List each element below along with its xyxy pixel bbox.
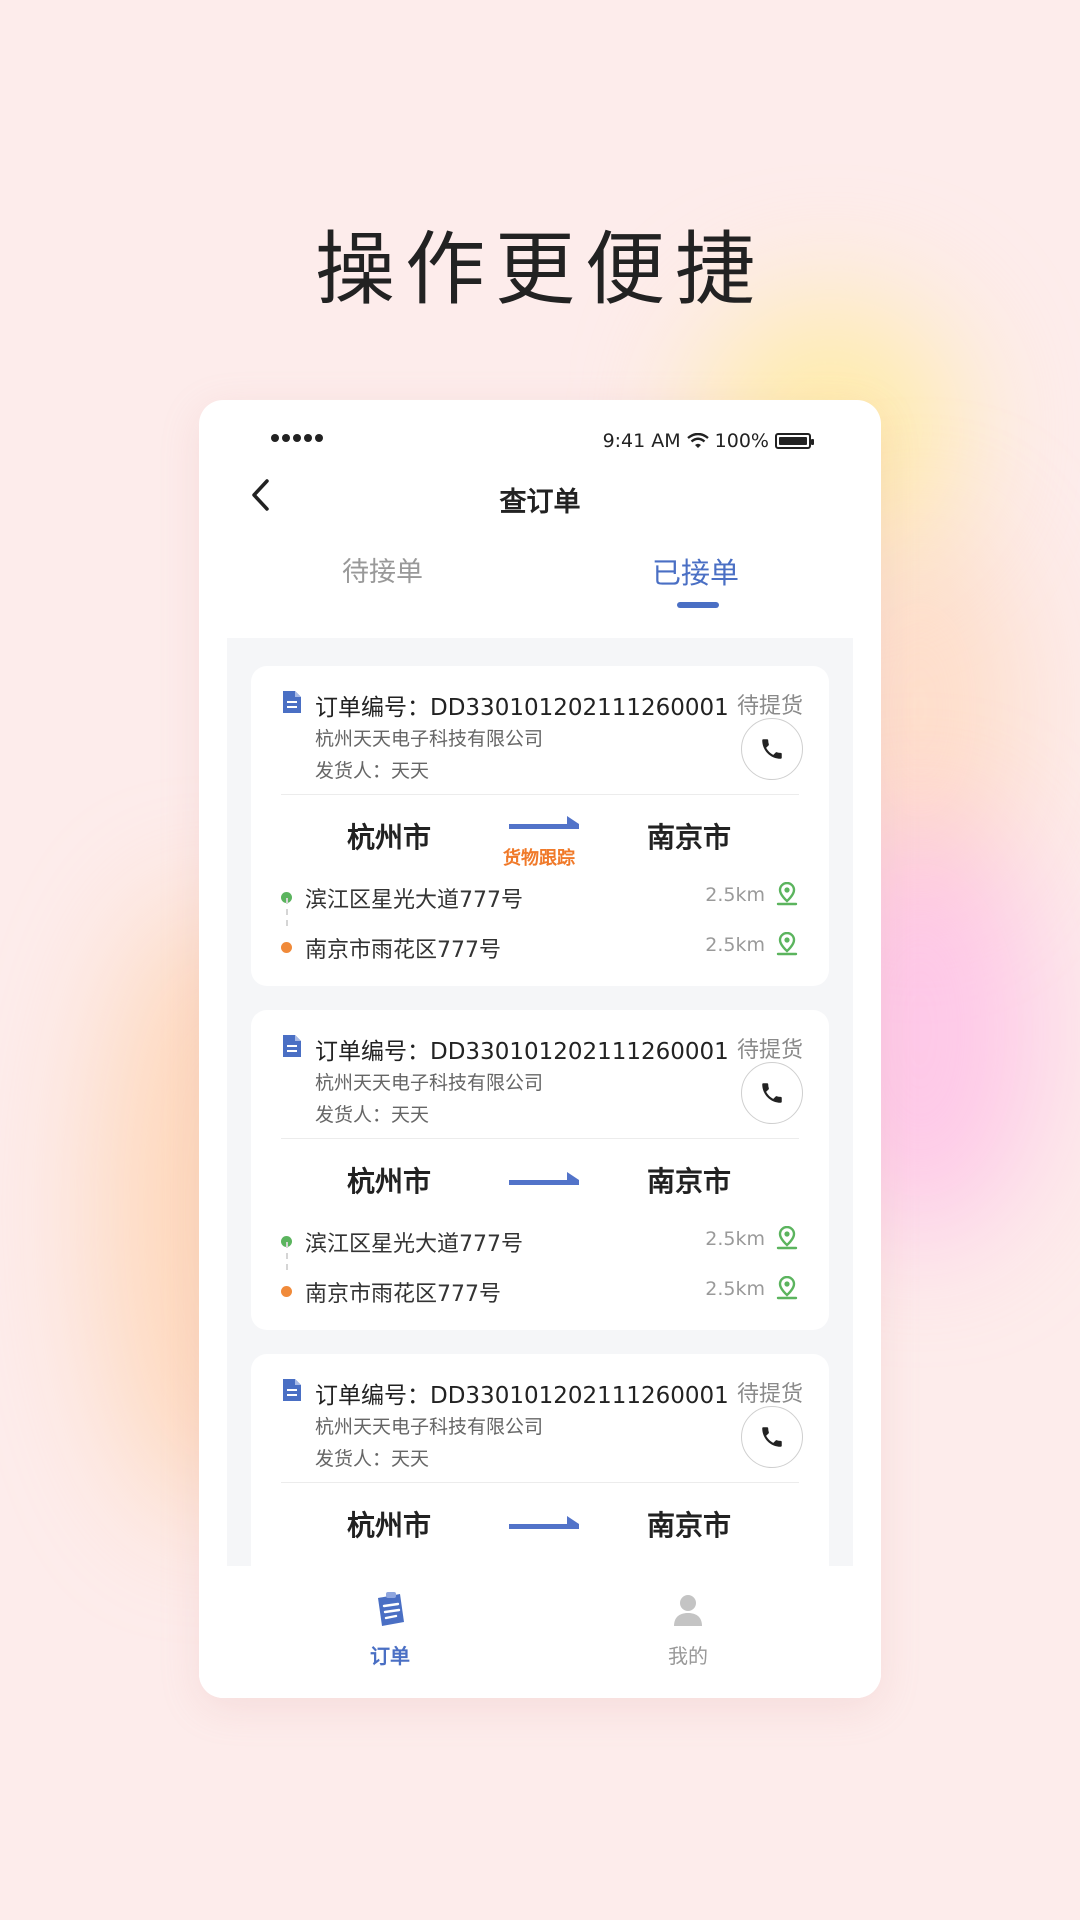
call-button[interactable] [741,1406,803,1468]
route-arrow-icon [509,816,579,829]
delivery-row: 南京市雨花区777号 2.5km [281,932,799,963]
delivery-address: 南京市雨花区777号 [305,1282,501,1307]
order-number: 订单编号：DD330101202111260001 [315,695,729,721]
order-list[interactable]: 订单编号：DD330101202111260001 待提货 杭州天天电子科技有限… [227,638,853,1566]
pickup-address: 滨江区星光大道777号 [305,1232,523,1257]
battery-icon [775,433,814,449]
phone-icon [762,1083,782,1103]
location-pin-icon[interactable] [775,1226,799,1252]
origin-city: 杭州市 [347,1165,432,1198]
pickup-distance: 2.5km [705,884,765,906]
divider [281,794,799,795]
shipper: 发货人：天天 [315,1448,430,1470]
company-name: 杭州天天电子科技有限公司 [315,1072,544,1094]
phone-icon [762,1427,782,1447]
order-tabs: 待接单 已接单 [199,550,881,610]
pickup-row: 滨江区星光大道777号 2.5km [281,1226,799,1257]
document-icon [283,1379,301,1401]
delivery-dot [281,942,292,953]
destination-city: 南京市 [647,821,732,854]
bottom-tab-bar: 订单 我的 [199,1568,881,1698]
location-pin-icon[interactable] [775,932,799,958]
status-badge: 待提货 [736,1038,803,1063]
status-badge: 待提货 [736,1382,803,1407]
delivery-address: 南京市雨花区777号 [305,938,501,963]
active-tab-indicator [677,602,719,608]
shipper: 发货人：天天 [315,760,430,782]
company-name: 杭州天天电子科技有限公司 [315,1416,544,1438]
status-time: 9:41 AM [602,430,681,452]
tabbar-item-orders[interactable]: 订单 [330,1590,450,1669]
origin-city: 杭州市 [347,821,432,854]
battery-percent: 100% [714,430,769,452]
route-connector [286,1242,288,1270]
destination-city: 南京市 [647,1165,732,1198]
headline: 操作更便捷 [315,223,765,316]
order-number: 订单编号：DD330101202111260001 [315,1383,729,1409]
pickup-row: 滨江区星光大道777号 2.5km [281,882,799,913]
tabbar-label-mine: 我的 [668,1644,708,1668]
clipboard-icon [378,1592,404,1626]
divider [281,1482,799,1483]
phone-icon [762,739,782,759]
delivery-dot [281,1286,292,1297]
location-pin-icon[interactable] [775,882,799,908]
shipper: 发货人：天天 [315,1104,430,1126]
tabbar-label-orders: 订单 [370,1644,410,1668]
delivery-distance: 2.5km [705,1278,765,1300]
order-card[interactable]: 订单编号：DD330101202111260001 待提货 杭州天天电子科技有限… [251,1354,829,1566]
order-number: 订单编号：DD330101202111260001 [315,1039,729,1065]
delivery-row: 南京市雨花区777号 2.5km [281,1276,799,1307]
divider [281,1138,799,1139]
tabbar-item-mine[interactable]: 我的 [628,1590,748,1669]
call-button[interactable] [741,718,803,780]
company-name: 杭州天天电子科技有限公司 [315,728,544,750]
tracking-link[interactable]: 货物跟踪 [503,844,575,870]
document-icon [283,1035,301,1057]
pickup-address: 滨江区星光大道777号 [305,888,523,913]
origin-city: 杭州市 [347,1509,432,1542]
pickup-distance: 2.5km [705,1228,765,1250]
route-arrow-icon [509,1516,579,1529]
call-button[interactable] [741,1062,803,1124]
route-arrow-icon [509,1172,579,1185]
order-card[interactable]: 订单编号：DD330101202111260001 待提货 杭州天天电子科技有限… [251,666,829,986]
tab-accepted[interactable]: 已接单 [652,550,739,592]
page-title: 查订单 [499,487,581,518]
location-pin-icon[interactable] [775,1276,799,1302]
user-icon [674,1595,702,1626]
status-badge: 待提货 [736,694,803,719]
status-bar: 9:41 AM 100% [199,430,881,454]
wifi-icon [686,433,709,448]
signal-icon [271,434,323,442]
route-connector [286,898,288,926]
document-icon [283,691,301,713]
phone-mockup: 9:41 AM 100% 查订单 待接单 已接单 订单编号：DD33010120… [199,400,881,1698]
destination-city: 南京市 [647,1509,732,1542]
nav-bar: 查订单 [199,472,881,522]
tab-pending[interactable]: 待接单 [342,550,423,589]
delivery-distance: 2.5km [705,934,765,956]
order-card[interactable]: 订单编号：DD330101202111260001 待提货 杭州天天电子科技有限… [251,1010,829,1330]
